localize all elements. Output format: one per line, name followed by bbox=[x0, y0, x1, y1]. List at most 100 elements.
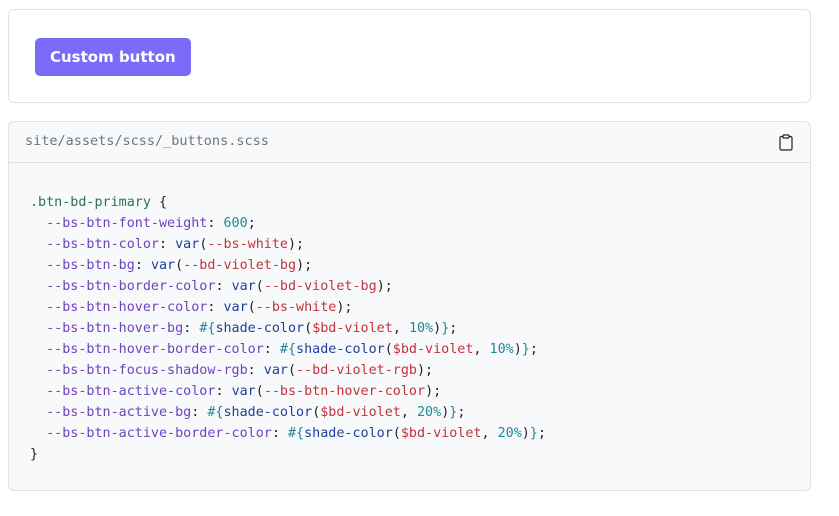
code-token: ; bbox=[247, 216, 256, 231]
code-token: --bs-btn-font-weight bbox=[46, 216, 208, 231]
code-token: : bbox=[207, 300, 224, 315]
code-token: --bs-btn-hover-color bbox=[46, 300, 208, 315]
code-token: --bs-btn-hover-border-color bbox=[46, 342, 264, 357]
code-token: var bbox=[223, 300, 248, 315]
code-token: ( bbox=[304, 321, 313, 336]
code-token: : bbox=[191, 405, 208, 420]
example-preview: Custom button bbox=[8, 9, 811, 103]
code-token: ( bbox=[384, 342, 393, 357]
code-token: : bbox=[215, 279, 232, 294]
code-token: --bs-btn-focus-shadow-rgb bbox=[46, 363, 248, 378]
code-token: shade-color bbox=[296, 342, 385, 357]
code-token: : bbox=[247, 363, 264, 378]
code-token: var bbox=[150, 258, 176, 273]
code-token: $bd-violet bbox=[392, 342, 474, 357]
code-line: --bs-btn-hover-color: var(--bs-white); bbox=[30, 297, 790, 318]
code-token: ( bbox=[255, 279, 264, 294]
code-token: $bd-violet bbox=[312, 321, 393, 336]
code-token: $bd-violet bbox=[400, 426, 482, 441]
code-token: $bd-violet bbox=[320, 405, 401, 420]
code-token: ( bbox=[287, 363, 297, 378]
code-token: ); bbox=[288, 237, 305, 252]
code-token: , bbox=[481, 426, 498, 441]
code-line: --bs-btn-color: var(--bs-white); bbox=[30, 234, 790, 255]
code-token: ; bbox=[537, 426, 546, 441]
code-token: ; bbox=[449, 321, 458, 336]
code-token: --bs-btn-active-bg bbox=[46, 405, 192, 420]
code-filename: site/assets/scss/_buttons.scss bbox=[25, 133, 269, 149]
code-token: shade-color bbox=[215, 321, 305, 336]
code-line: .btn-bd-primary { bbox=[30, 192, 790, 213]
code-line: --bs-btn-hover-bg: #{shade-color($bd-vio… bbox=[30, 318, 790, 339]
code-token: : bbox=[183, 321, 200, 336]
code-line: --bs-btn-bg: var(--bd-violet-bg); bbox=[30, 255, 790, 276]
code-token: var bbox=[175, 237, 200, 252]
code-token: ); bbox=[425, 384, 442, 399]
code-token: var bbox=[231, 279, 256, 294]
copy-button[interactable] bbox=[776, 132, 796, 152]
code-line: --bs-btn-focus-shadow-rgb: var(--bd-viol… bbox=[30, 360, 790, 381]
code-token: var bbox=[231, 384, 256, 399]
code-token: --bs-btn-active-color bbox=[46, 384, 216, 399]
code-token: ); bbox=[416, 363, 434, 378]
code-token: --bd-violet-bg bbox=[263, 279, 377, 294]
code-token: --bs-btn-bg bbox=[46, 258, 135, 273]
code-line: --bs-btn-active-bg: #{shade-color($bd-vi… bbox=[30, 402, 790, 423]
code-token: #{ bbox=[207, 405, 224, 420]
code-token: : bbox=[159, 237, 176, 252]
code-token: } bbox=[521, 342, 530, 357]
code-token: --bs-btn-hover-bg bbox=[46, 321, 184, 336]
code-token: --bd-violet-bg bbox=[183, 258, 297, 273]
code-token: : bbox=[134, 258, 151, 273]
code-line: --bs-btn-font-weight: 600; bbox=[30, 213, 790, 234]
code-token: ) bbox=[513, 342, 522, 357]
code-token: ); bbox=[336, 300, 353, 315]
code-token: shade-color bbox=[223, 405, 313, 420]
code-token: : bbox=[271, 426, 288, 441]
code-token: ); bbox=[376, 279, 393, 294]
code-token: ) bbox=[521, 426, 530, 441]
code-line: } bbox=[30, 444, 790, 465]
code-token: 10% bbox=[489, 342, 514, 357]
code-token: ; bbox=[529, 342, 538, 357]
code-token: ; bbox=[457, 405, 466, 420]
code-token: ) bbox=[433, 321, 442, 336]
code-token: --bs-white bbox=[255, 300, 337, 315]
code-token: ( bbox=[392, 426, 401, 441]
code-token: --bs-white bbox=[207, 237, 288, 252]
code-token: --bs-btn-border-color bbox=[46, 279, 216, 294]
clipboard-icon bbox=[779, 133, 793, 151]
code-token: ( bbox=[175, 258, 184, 273]
code-line: --bs-btn-border-color: var(--bd-violet-b… bbox=[30, 276, 790, 297]
code-token: , bbox=[400, 405, 417, 420]
code-token: , bbox=[473, 342, 490, 357]
code-token: , bbox=[392, 321, 409, 336]
code-token: { bbox=[150, 195, 168, 210]
code-token: #{ bbox=[279, 342, 297, 357]
code-token: : bbox=[263, 342, 280, 357]
custom-button[interactable]: Custom button bbox=[35, 38, 191, 76]
code-token: ); bbox=[296, 258, 313, 273]
code-token: --bd-violet-rgb bbox=[296, 363, 417, 378]
code-token: shade-color bbox=[304, 426, 393, 441]
code-token: #{ bbox=[199, 321, 216, 336]
code-token: 600 bbox=[223, 216, 248, 231]
code-line: --bs-btn-hover-border-color: #{shade-col… bbox=[30, 339, 790, 360]
code-line: --bs-btn-active-color: var(--bs-btn-hove… bbox=[30, 381, 790, 402]
code-token: ( bbox=[247, 300, 256, 315]
code-header: site/assets/scss/_buttons.scss bbox=[9, 122, 810, 163]
code-token: --bs-btn-hover-color bbox=[263, 384, 426, 399]
code-token: #{ bbox=[287, 426, 305, 441]
code-token: : bbox=[215, 384, 232, 399]
